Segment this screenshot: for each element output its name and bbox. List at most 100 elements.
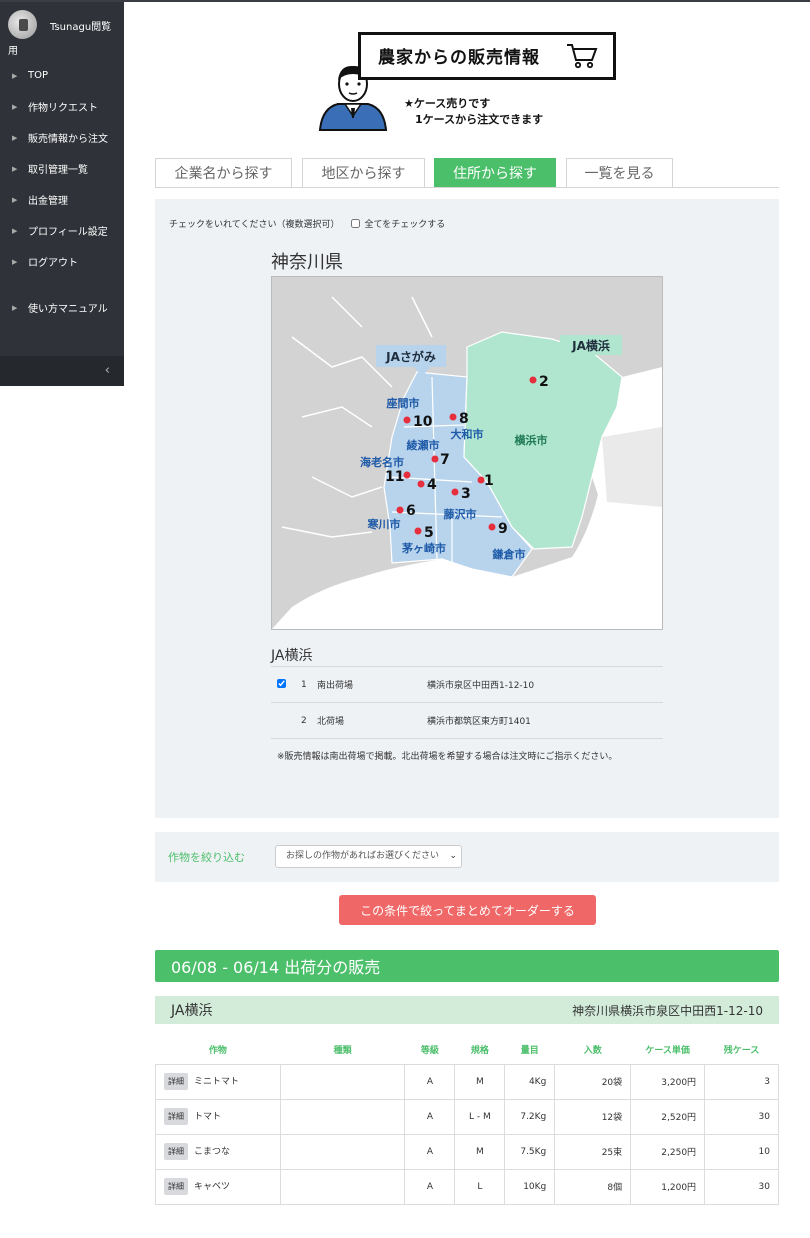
chevron-right-icon: ▶ (12, 226, 18, 235)
crop-price: 1,200円 (630, 1168, 706, 1205)
shipping-locations-table: 1 南出荷場 横浜市泉区中田西1-12-10 2 北荷場 横浜市都筑区東方町14… (271, 666, 663, 739)
bulk-order-button[interactable]: この条件で絞ってまとめてオーダーする (339, 895, 596, 925)
tab-district[interactable]: 地区から探す (302, 158, 425, 187)
map-city-yokohama: 横浜市 (515, 433, 548, 447)
area-map-svg: JAさがみ JA横浜 座間市 大和市 綾瀬市 海老名市 横浜市 寒川市 藤沢市 … (272, 277, 662, 629)
tab-list[interactable]: 一覧を見る (566, 158, 673, 187)
sidebar-item-order-from-sales[interactable]: ▶ 販売情報から注文 (0, 122, 124, 153)
products-table: 作物 種類 等級 規格 量目 入数 ケース単価 残ケース 詳細 ミニトマト A M… (155, 1036, 779, 1205)
check-all-label[interactable]: 全てをチェックする (364, 217, 445, 230)
username: Tsunagu閲覧用 (8, 22, 112, 57)
map-city-chigasaki: 茅ヶ崎市 (402, 541, 446, 555)
detail-button[interactable]: 詳細 (164, 1108, 188, 1125)
sidebar-item-withdrawals[interactable]: ▶ 出金管理 (0, 184, 124, 215)
user-info[interactable]: Tsunagu閲覧用 (0, 2, 124, 57)
crop-weight: 7.2Kg (504, 1098, 556, 1135)
map-marker-1[interactable]: 1 (484, 473, 494, 489)
sales-ja-address: 神奈川県横浜市泉区中田西1-12-10 (572, 1003, 763, 1018)
shipping-note: ※販売情報は南出荷場で掲載。北出荷場を希望する場合は注文時にご指示ください。 (277, 752, 618, 762)
sidebar-collapse-button[interactable]: ‹ (0, 356, 124, 386)
sales-period-title: 06/08 - 06/14 出荷分の販売 (155, 950, 779, 982)
crop-price: 3,200円 (630, 1063, 706, 1100)
map-marker-4[interactable]: 4 (427, 477, 437, 493)
sidebar-item-transactions[interactable]: ▶ 取引管理一覧 (0, 153, 124, 184)
crop-weight: 7.5Kg (504, 1133, 556, 1170)
crop-filter-select[interactable]: お探しの作物があればお選びください ⌄ (275, 845, 462, 868)
crop-remaining: 3 (704, 1063, 779, 1100)
crop-name: ミニトマト (194, 1077, 240, 1087)
crop-variety (279, 1133, 406, 1170)
crop-count: 8個 (554, 1168, 632, 1205)
table-row: 詳細 トマト A L - M 7.2Kg 12袋 2,520円 30 (155, 1098, 779, 1135)
map-marker-6[interactable]: 6 (406, 503, 416, 519)
crop-name: キャベツ (194, 1182, 231, 1192)
map-marker-9[interactable]: 9 (498, 521, 508, 537)
chevron-right-icon: ▶ (12, 303, 18, 312)
crop-price: 2,520円 (630, 1098, 706, 1135)
location-checkbox[interactable] (277, 678, 286, 688)
map-city-ayase: 綾瀬市 (407, 438, 440, 452)
sidebar-item-crop-request[interactable]: ▶ 作物リクエスト (0, 91, 124, 122)
crop-grade: A (404, 1133, 456, 1170)
location-name: 南出荷場 (317, 666, 427, 703)
map-city-kamakura: 鎌倉市 (492, 547, 526, 561)
check-instruction: チェックをいれてください（複数選択可） (169, 220, 340, 230)
sales-ja-header: JA横浜 神奈川県横浜市泉区中田西1-12-10 (155, 996, 779, 1024)
sidebar-item-logout[interactable]: ▶ ログアウト (0, 246, 124, 277)
location-no: 1 (301, 666, 317, 703)
crop-size: M (454, 1133, 506, 1170)
crop-remaining: 30 (704, 1168, 779, 1205)
search-tabs: 企業名から探す 地区から探す 住所から探す 一覧を見る (155, 158, 779, 188)
map-marker-10[interactable]: 10 (413, 414, 433, 430)
crop-variety (279, 1098, 406, 1135)
crop-grade: A (404, 1098, 456, 1135)
crop-variety (279, 1168, 406, 1205)
shopping-cart-icon (567, 44, 598, 69)
map-marker-3[interactable]: 3 (461, 486, 471, 502)
check-instruction-row: チェックをいれてください（複数選択可） 全てをチェックする (169, 217, 445, 230)
check-all-checkbox[interactable] (351, 219, 361, 228)
map-city-yamato: 大和市 (451, 427, 484, 441)
map-city-fujisawa: 藤沢市 (444, 507, 477, 521)
crop-variety (279, 1063, 406, 1100)
map-marker-5[interactable]: 5 (424, 525, 434, 541)
tab-company[interactable]: 企業名から探す (155, 158, 292, 187)
map-city-samukawa: 寒川市 (367, 517, 401, 531)
table-header: 作物 種類 等級 規格 量目 入数 ケース単価 残ケース (208, 1046, 760, 1057)
map-marker-8[interactable]: 8 (459, 411, 469, 427)
crop-filter: 作物を絞り込む お探しの作物があればお選びください ⌄ (155, 832, 779, 882)
sidebar-item-manual[interactable]: ▶ 使い方マニュアル (0, 292, 124, 323)
tab-address[interactable]: 住所から探す (434, 158, 556, 187)
map-marker-7[interactable]: 7 (440, 452, 450, 468)
crop-weight: 10Kg (504, 1168, 556, 1205)
location-row[interactable]: 1 南出荷場 横浜市泉区中田西1-12-10 (271, 666, 663, 703)
chevron-right-icon: ▶ (12, 71, 18, 80)
detail-button[interactable]: 詳細 (164, 1143, 188, 1160)
chevron-right-icon: ▶ (12, 164, 18, 173)
chevron-right-icon: ▶ (12, 257, 18, 266)
detail-button[interactable]: 詳細 (164, 1178, 188, 1195)
crop-filter-label: 作物を絞り込む (168, 851, 245, 864)
ja-section-title: JA横浜 (271, 648, 313, 664)
crop-size: M (454, 1063, 506, 1100)
crop-size: L (454, 1168, 506, 1205)
sidebar-item-profile[interactable]: ▶ プロフィール設定 (0, 215, 124, 246)
map-marker-11[interactable]: 11 (385, 469, 404, 485)
location-row[interactable]: 2 北荷場 横浜市都筑区東方町1401 (271, 702, 663, 739)
map-city-ebina: 海老名市 (360, 455, 404, 469)
crop-weight: 4Kg (504, 1063, 556, 1100)
address-search-panel: チェックをいれてください（複数選択可） 全てをチェックする 神奈川県 JAさがみ… (155, 199, 779, 818)
map-marker-2[interactable]: 2 (539, 374, 549, 390)
map-label-ja-yokohama: JA横浜 (571, 338, 610, 353)
detail-button[interactable]: 詳細 (164, 1073, 188, 1090)
chevron-down-icon: ⌄ (449, 851, 457, 861)
chevron-right-icon: ▶ (12, 133, 18, 142)
table-row: 詳細 ミニトマト A M 4Kg 20袋 3,200円 3 (155, 1063, 779, 1100)
chevron-left-icon: ‹ (104, 363, 110, 378)
prefecture-title: 神奈川県 (271, 252, 343, 273)
sidebar-item-top[interactable]: ▶ TOP (0, 60, 124, 91)
map-city-zama: 座間市 (386, 396, 420, 410)
crop-remaining: 10 (704, 1133, 779, 1170)
crop-count: 20袋 (554, 1063, 632, 1100)
crop-name: こまつな (194, 1147, 231, 1157)
